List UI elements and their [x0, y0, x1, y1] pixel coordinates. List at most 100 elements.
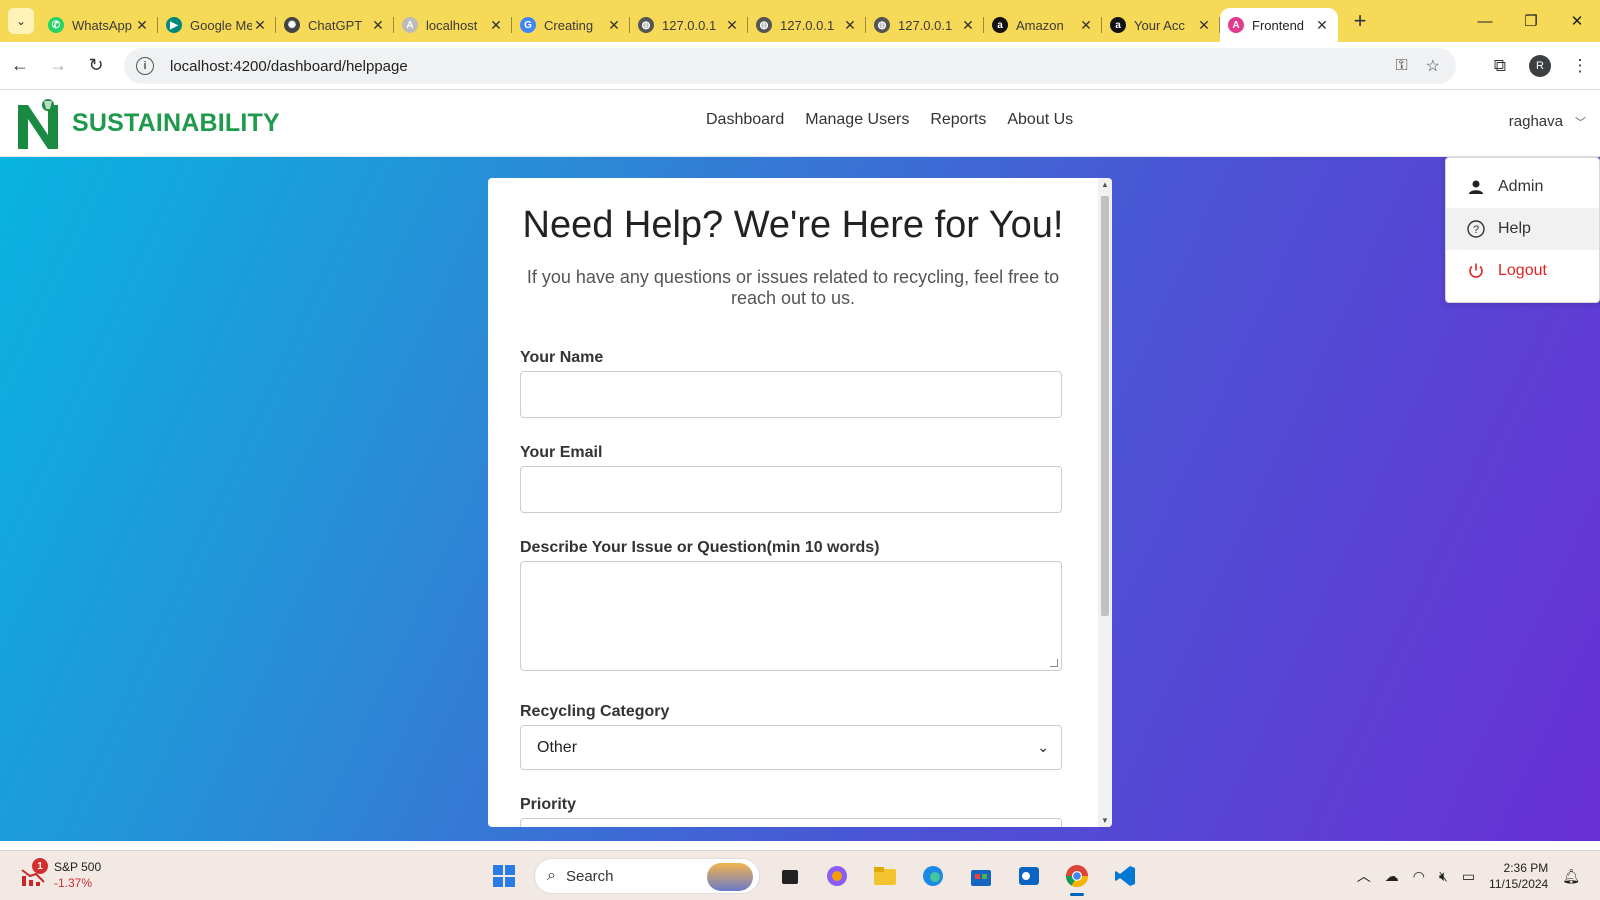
onedrive-cloud-icon[interactable]: ☁	[1385, 868, 1399, 885]
clock[interactable]: 2:36 PM 11/15/2024	[1489, 860, 1548, 892]
tab-title: Frontend	[1252, 17, 1305, 33]
speaker-muted-icon[interactable]: 🔇︎	[1439, 868, 1448, 885]
store-icon[interactable]	[962, 856, 1000, 896]
email-input[interactable]	[520, 466, 1062, 513]
browser-tab[interactable]: a Amazon ✕	[984, 8, 1102, 42]
close-tab-icon[interactable]: ✕	[134, 17, 150, 34]
category-value[interactable]: Other	[537, 739, 577, 757]
windows-start-icon[interactable]	[484, 856, 524, 896]
close-tab-icon[interactable]: ✕	[960, 17, 976, 34]
name-input[interactable]	[520, 371, 1062, 418]
brand-name[interactable]: SUSTAINABILITY	[72, 109, 280, 138]
site-info-icon[interactable]: i	[136, 57, 154, 75]
profile-avatar[interactable]: R	[1529, 55, 1551, 77]
notification-bell-icon[interactable]: 🔔︎	[1562, 868, 1580, 885]
wifi-icon[interactable]: ◠	[1413, 868, 1425, 885]
search-highlight-image	[707, 863, 753, 891]
taskbar-apps: ⌕ Search	[484, 856, 1144, 896]
card-scrollbar[interactable]: ▲ ▼	[1098, 178, 1112, 827]
stock-widget[interactable]: 1 S&P 500 -1.37%	[20, 858, 101, 891]
browser-tab[interactable]: a Your Acc ✕	[1102, 8, 1220, 42]
extensions-icon[interactable]: ⧉	[1480, 56, 1520, 76]
copilot-icon[interactable]	[818, 856, 856, 896]
close-tab-icon[interactable]: ✕	[724, 17, 740, 34]
browser-tab[interactable]: ◍ 127.0.0.1 ✕	[866, 8, 984, 42]
restore-button[interactable]: ❐	[1508, 0, 1554, 42]
browser-tab[interactable]: ◍ 127.0.0.1 ✕	[630, 8, 748, 42]
back-button[interactable]: ←	[2, 48, 38, 84]
tab-title: Creating	[544, 17, 594, 33]
outlook-icon[interactable]	[1010, 856, 1048, 896]
help-card: Need Help? We're Here for You! If you ha…	[488, 178, 1112, 827]
google-icon: G	[520, 17, 536, 33]
chevron-down-icon[interactable]: ⌄	[1037, 739, 1049, 756]
chevron-down-icon[interactable]: ﹀	[1575, 114, 1586, 130]
tab-list: ✆WhatsApp✕▶Google Meet✕✺ChatGPT✕Alocalho…	[40, 0, 1338, 42]
amazon-icon: a	[992, 17, 1008, 33]
password-key-icon[interactable]: ⚿	[1395, 57, 1407, 75]
scrollbar-thumb[interactable]	[1101, 196, 1109, 616]
address-bar[interactable]: i localhost:4200/dashboard/helppage ⚿ ☆	[124, 48, 1456, 84]
notification-badge: 1	[32, 858, 48, 874]
close-tab-icon[interactable]: ✕	[1314, 17, 1330, 34]
menu-item-logout[interactable]: Logout	[1446, 250, 1599, 292]
close-tab-icon[interactable]: ✕	[252, 17, 268, 34]
browser-tab[interactable]: A Frontend ✕	[1220, 8, 1338, 42]
user-menu-toggle[interactable]: raghava ﹀	[1509, 113, 1586, 130]
scroll-up-arrow-icon[interactable]: ▲	[1098, 180, 1112, 189]
new-tab-button[interactable]: +	[1346, 7, 1374, 35]
nav-dashboard[interactable]: Dashboard	[706, 111, 784, 129]
url-text[interactable]: localhost:4200/dashboard/helppage	[170, 58, 408, 75]
browser-tab[interactable]: G Creating ✕	[512, 8, 630, 42]
close-tab-icon[interactable]: ✕	[1196, 17, 1212, 34]
minimize-button[interactable]: —	[1462, 0, 1508, 42]
close-tab-icon[interactable]: ✕	[370, 17, 386, 34]
bookmark-star-icon[interactable]: ☆	[1426, 56, 1440, 76]
power-icon	[1466, 262, 1486, 280]
tab-title: WhatsApp	[72, 17, 132, 33]
close-tab-icon[interactable]: ✕	[488, 17, 504, 34]
logo-icon[interactable]	[14, 97, 62, 151]
tab-search-button[interactable]: ⌄	[8, 8, 34, 34]
task-view-icon[interactable]	[770, 856, 808, 896]
vscode-icon[interactable]	[1106, 856, 1144, 896]
browser-tab[interactable]: ◍ 127.0.0.1 ✕	[748, 8, 866, 42]
nav-about-us[interactable]: About Us	[1007, 111, 1073, 129]
issue-textarea[interactable]	[520, 561, 1062, 671]
svg-text:?: ?	[1473, 224, 1479, 236]
battery-icon[interactable]: ▭	[1462, 868, 1475, 885]
tab-title: 127.0.0.1	[898, 17, 953, 33]
browser-tab[interactable]: ▶ Google Meet✕	[158, 8, 276, 42]
priority-label: Priority	[520, 796, 577, 813]
edge-icon[interactable]	[914, 856, 952, 896]
username[interactable]: raghava	[1509, 113, 1563, 130]
priority-select[interactable]	[520, 818, 1062, 827]
browser-tab[interactable]: ✆ WhatsApp ✕	[40, 8, 158, 42]
globe-icon: ◍	[638, 17, 654, 33]
forward-button[interactable]: →	[40, 48, 76, 84]
close-tab-icon[interactable]: ✕	[842, 17, 858, 34]
close-tab-icon[interactable]: ✕	[606, 17, 622, 34]
close-tab-icon[interactable]: ✕	[1078, 17, 1094, 34]
date: 11/15/2024	[1489, 877, 1549, 891]
close-window-button[interactable]: ✕	[1554, 0, 1600, 42]
menu-item-label: Help	[1498, 220, 1531, 237]
nav-manage-users[interactable]: Manage Users	[805, 111, 909, 129]
file-explorer-icon[interactable]	[866, 856, 904, 896]
menu-item-admin[interactable]: Admin	[1446, 166, 1599, 208]
browser-tab[interactable]: ✺ ChatGPT ✕	[276, 8, 394, 42]
menu-item-label: Logout	[1498, 262, 1547, 279]
browser-menu-icon[interactable]: ⋮	[1560, 56, 1600, 76]
menu-item-help[interactable]: ? Help	[1446, 208, 1599, 250]
nav-reports[interactable]: Reports	[930, 111, 986, 129]
category-select[interactable]: Other ⌄	[520, 725, 1062, 770]
scroll-down-arrow-icon[interactable]: ▼	[1098, 816, 1112, 825]
user-dropdown-menu: Admin ? Help Logout	[1445, 157, 1600, 303]
window-controls: — ❐ ✕	[1462, 0, 1600, 42]
reload-button[interactable]: ↻	[78, 48, 114, 84]
taskbar-search[interactable]: ⌕ Search	[534, 858, 760, 894]
chevron-up-icon[interactable]: ︿	[1357, 866, 1371, 886]
tab-title: Your Acc	[1134, 17, 1185, 33]
chrome-icon[interactable]	[1058, 856, 1096, 896]
browser-tab[interactable]: Alocalhost ✕	[394, 8, 512, 42]
